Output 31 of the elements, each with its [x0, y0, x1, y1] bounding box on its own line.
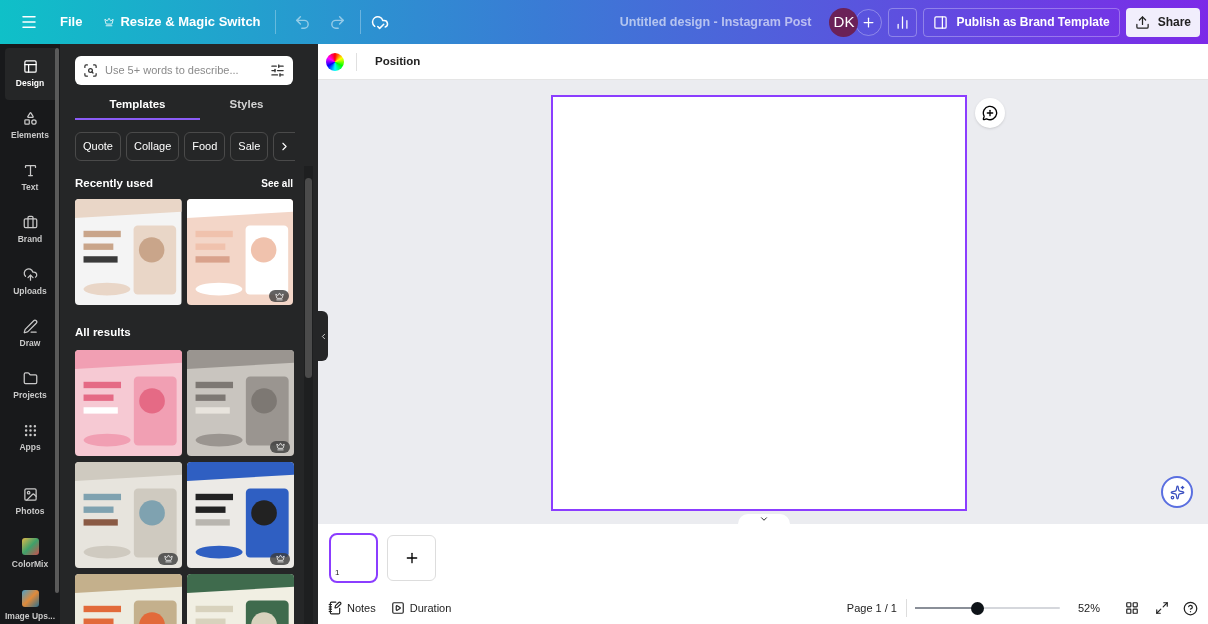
zoom-reading: 52% [1077, 600, 1100, 616]
sidebar-item[interactable]: Uploads [5, 256, 55, 308]
see-all-link[interactable]: See all [261, 176, 293, 192]
position-button[interactable]: Position [375, 52, 421, 71]
section-title: Recently used [75, 176, 153, 191]
share-button[interactable]: Share [1125, 7, 1200, 37]
search-bar[interactable]: Use 5+ words to describe... [75, 56, 293, 85]
sidebar-item[interactable]: Text [5, 152, 55, 204]
sidebar-item[interactable]: Draw [5, 308, 55, 360]
notes-button[interactable]: Notes [328, 599, 376, 617]
section-title: All results [75, 325, 132, 341]
tab[interactable]: Templates [75, 92, 200, 120]
page-thumbnail[interactable]: 1 [329, 533, 378, 583]
filter-chip[interactable]: Food [184, 132, 226, 161]
sidebar-item[interactable]: Design [5, 48, 55, 100]
filter-chip[interactable]: Sale [230, 132, 269, 161]
sidebar-item[interactable]: Photos [5, 476, 55, 528]
sidebar-item[interactable]: Image Ups... [5, 580, 55, 624]
tab[interactable]: Styles [200, 92, 293, 120]
sidebar-item[interactable]: ColorMix [5, 528, 55, 580]
sidebar-item[interactable]: Apps [5, 412, 55, 464]
page-counter: Page 1 / 1 [846, 600, 897, 616]
publish-button[interactable]: Publish as Brand Template [923, 7, 1120, 37]
filter-chip[interactable]: Quote [75, 132, 121, 161]
duration-button[interactable]: Duration [390, 599, 452, 617]
sidebar-item[interactable]: Projects [5, 360, 55, 412]
sidebar-item[interactable]: Elements [5, 100, 55, 152]
sidebar-item[interactable]: Brand [5, 204, 55, 256]
avatar[interactable]: DK [829, 7, 859, 37]
filter-chip[interactable]: Collage [125, 132, 180, 161]
search-field[interactable]: Use 5+ words to describe... [105, 62, 263, 79]
